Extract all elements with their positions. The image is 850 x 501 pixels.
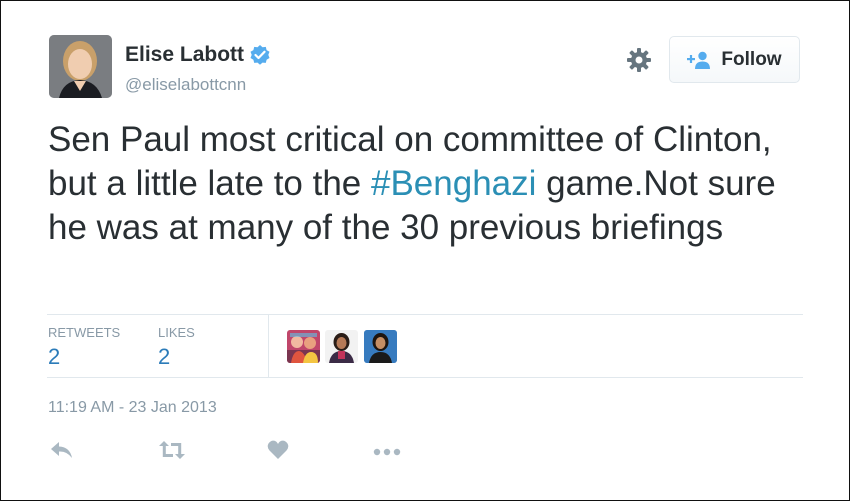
user-name-row: Elise Labott bbox=[125, 43, 271, 67]
retweet-icon bbox=[158, 440, 186, 465]
divider bbox=[47, 377, 803, 378]
tweet-text: Sen Paul most critical on committee of C… bbox=[48, 118, 788, 250]
follow-user-icon bbox=[687, 51, 711, 69]
liker-avatar[interactable] bbox=[364, 330, 397, 363]
follow-button[interactable]: Follow bbox=[669, 36, 800, 83]
liker-avatar[interactable] bbox=[325, 330, 358, 363]
reply-icon bbox=[50, 440, 74, 465]
user-handle[interactable]: @eliselabottcnn bbox=[125, 75, 246, 95]
retweets-label: RETWEETS bbox=[48, 325, 121, 340]
reply-button[interactable] bbox=[47, 439, 77, 465]
gear-icon[interactable] bbox=[626, 47, 652, 73]
verified-badge-icon bbox=[249, 44, 271, 66]
tweet-card: Elise Labott @eliselabottcnn Follow Sen … bbox=[0, 0, 850, 501]
avatar[interactable] bbox=[49, 35, 112, 98]
more-button[interactable] bbox=[372, 439, 402, 465]
like-button[interactable] bbox=[263, 439, 293, 465]
follow-label: Follow bbox=[721, 48, 782, 70]
more-icon bbox=[373, 443, 401, 461]
user-name[interactable]: Elise Labott bbox=[125, 43, 244, 67]
heart-icon bbox=[267, 440, 289, 465]
liker-avatar[interactable] bbox=[287, 330, 320, 363]
retweets-count[interactable]: 2 bbox=[48, 344, 60, 370]
tweet-timestamp[interactable]: 11:19 AM - 23 Jan 2013 bbox=[48, 399, 217, 417]
divider bbox=[47, 314, 803, 315]
likes-label: LIKES bbox=[158, 325, 195, 340]
divider bbox=[268, 315, 269, 377]
hashtag-link[interactable]: #Benghazi bbox=[371, 164, 536, 203]
retweet-button[interactable] bbox=[157, 439, 187, 465]
likes-count[interactable]: 2 bbox=[158, 344, 170, 370]
